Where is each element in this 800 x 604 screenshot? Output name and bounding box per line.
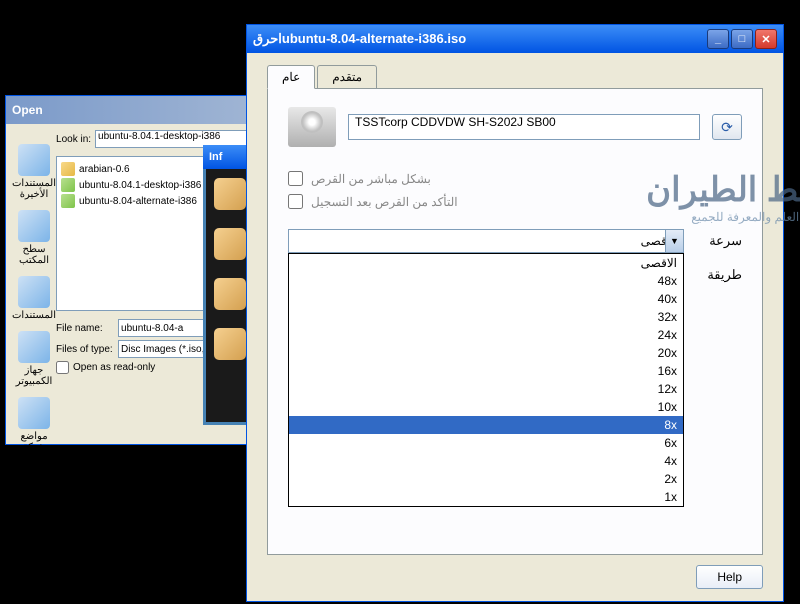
iso-icon [61,178,75,192]
sidebar-recent[interactable]: المستندات الأخيرة [12,144,56,200]
close-button[interactable]: ✕ [755,29,777,49]
speed-option[interactable]: 40x [289,290,683,308]
speed-option[interactable]: 6x [289,434,683,452]
info-icon-4 [214,328,246,360]
filetype-label: Files of type: [56,344,114,355]
readonly-checkbox[interactable] [56,361,69,374]
drive-select[interactable]: TSSTcorp CDDVDW SH-S202J SB00 [348,114,700,140]
speed-option[interactable]: 48x [289,272,683,290]
folder-icon [61,162,75,176]
maximize-button[interactable]: □ [731,29,753,49]
info-icon-3 [214,278,246,310]
chevron-down-icon: ▼ [665,230,683,252]
speed-option[interactable]: 2x [289,470,683,488]
chk-direct[interactable] [288,171,303,186]
sidebar-network[interactable]: مواضع شبكة [12,397,56,453]
tab-advanced[interactable]: متقدم [317,65,377,89]
open-titlebar: Open [6,96,256,124]
info-icon-1 [214,178,246,210]
chk-verify-label: التأكد من القرص بعد التسجيل [311,195,458,209]
network-icon [18,397,50,429]
refresh-button[interactable]: ⟳ [712,114,742,140]
chk-direct-label: بشكل مباشر من القرص [311,172,431,186]
speed-combo[interactable]: الاقصى▼ الاقصى48x40x32x24x20x16x12x10x8x… [288,229,684,253]
speed-option[interactable]: 24x [289,326,683,344]
sidebar-documents[interactable]: المستندات [12,276,56,321]
speed-dropdown[interactable]: الاقصى48x40x32x24x20x16x12x10x8x6x4x2x1x [288,253,684,507]
burn-title: احرقubuntu-8.04-alternate-i386.iso [253,31,466,47]
lookin-label: Look in: [56,134,91,145]
speed-option[interactable]: 16x [289,362,683,380]
tab-general[interactable]: عام [267,65,315,89]
minimize-button[interactable]: _ [707,29,729,49]
info-icon-2 [214,228,246,260]
tab-content: TSSTcorp CDDVDW SH-S202J SB00 ⟳ بشكل مبا… [267,88,763,555]
drive-icon [288,107,336,147]
documents-icon [18,276,50,308]
tabs: عام متقدم [267,65,763,89]
iso-icon [61,194,75,208]
sidebar-computer[interactable]: جهاز الكمبيوتر [12,331,56,387]
chk-verify[interactable] [288,194,303,209]
burn-dialog: احرقubuntu-8.04-alternate-i386.iso _ □ ✕… [246,24,784,602]
speed-option[interactable]: 1x [289,488,683,506]
open-title: Open [12,103,43,117]
filename-label: File name: [56,323,114,334]
speed-option[interactable]: 4x [289,452,683,470]
speed-option[interactable]: 20x [289,344,683,362]
burn-titlebar[interactable]: احرقubuntu-8.04-alternate-i386.iso _ □ ✕ [247,25,783,53]
recent-icon [18,144,50,176]
open-sidebar: المستندات الأخيرة سطح المكتب المستندات ج… [12,130,56,453]
speed-option[interactable]: 12x [289,380,683,398]
computer-icon [18,331,50,363]
desktop-icon [18,210,50,242]
speed-option[interactable]: الاقصى [289,254,683,272]
method-label: طريقة [696,267,742,283]
speed-option[interactable]: 8x [289,416,683,434]
help-button[interactable]: Help [696,565,763,589]
sidebar-desktop[interactable]: سطح المكتب [12,210,56,266]
speed-option[interactable]: 32x [289,308,683,326]
speed-option[interactable]: 10x [289,398,683,416]
readonly-label: Open as read-only [73,362,155,373]
speed-label: سرعة [696,233,742,249]
